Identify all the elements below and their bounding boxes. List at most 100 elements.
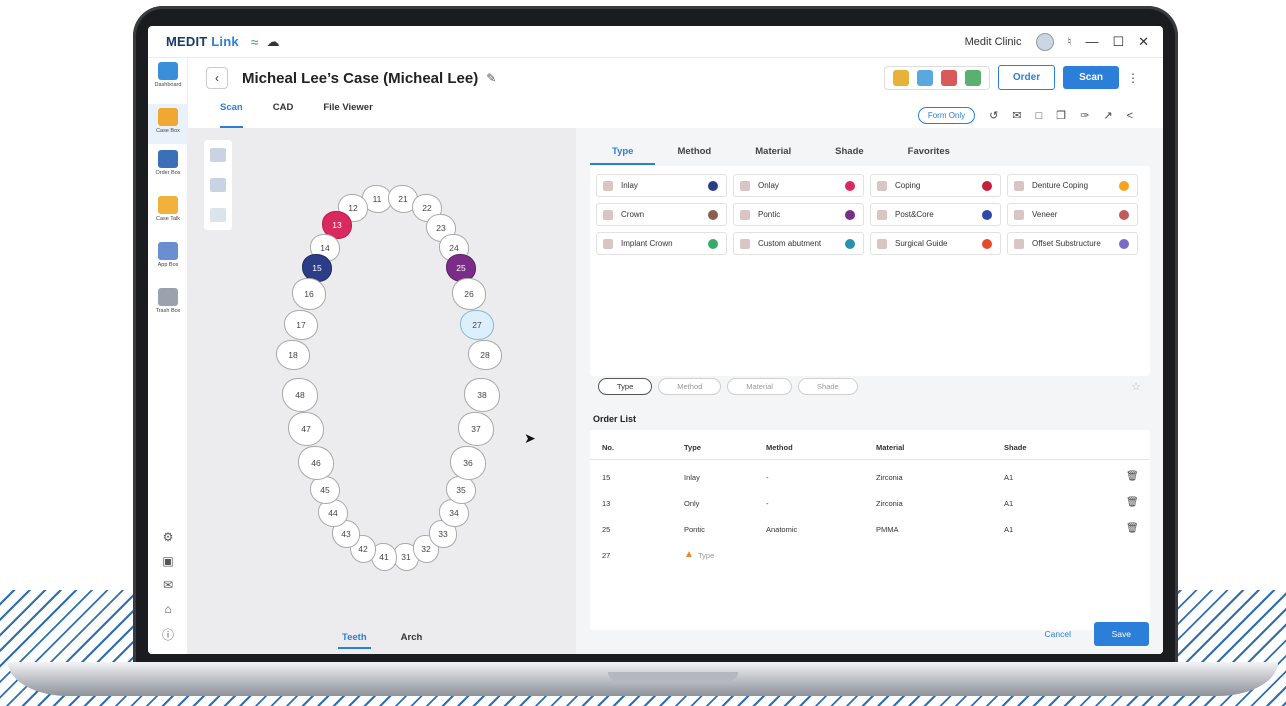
col-method: Method: [766, 443, 793, 452]
tooth-37[interactable]: 37: [458, 412, 494, 446]
cell-material: PMMA: [876, 525, 899, 534]
type-option[interactable]: Veneer: [1007, 203, 1138, 226]
tooth-26[interactable]: 26: [452, 278, 486, 310]
tooth-47[interactable]: 47: [288, 412, 324, 446]
chip-material[interactable]: Material: [727, 378, 792, 395]
restoration-icon: [740, 180, 750, 191]
nav-app-box[interactable]: App Box: [148, 242, 188, 268]
order-list-label: Order List: [593, 414, 637, 424]
form-only-button[interactable]: Form Only: [917, 107, 976, 124]
restoration-icon: [603, 209, 613, 220]
tooth-35[interactable]: 35: [446, 476, 476, 504]
copy-icon[interactable]: ❐: [1056, 109, 1066, 122]
tooth-36[interactable]: 36: [450, 446, 486, 480]
tab-scan[interactable]: Scan: [220, 102, 243, 128]
scan-tools: [883, 65, 990, 90]
nav-trash-box[interactable]: Trash Box: [148, 288, 188, 314]
attach-icon[interactable]: ✑: [1080, 109, 1089, 122]
favorite-star-icon[interactable]: ☆: [1131, 380, 1141, 393]
info-icon[interactable]: ⓘ: [148, 626, 188, 643]
order-button[interactable]: Order: [997, 65, 1056, 90]
minimize-icon[interactable]: —: [1085, 34, 1098, 49]
tab-favorites[interactable]: Favorites: [886, 140, 972, 165]
tab-file-viewer[interactable]: File Viewer: [323, 102, 372, 128]
table-row[interactable]: 15 Inlay - Zirconia A1 🗑: [590, 464, 1150, 490]
save-button[interactable]: Save: [1093, 622, 1149, 646]
tab-method[interactable]: Method: [655, 140, 733, 165]
table-row[interactable]: 13 Only - Zirconia A1 🗑: [590, 490, 1150, 516]
tab-shade[interactable]: Shade: [813, 140, 886, 165]
nav-case-box[interactable]: Case Box: [148, 104, 188, 144]
settings-icon[interactable]: ⚙: [148, 530, 188, 544]
chip-method[interactable]: Method: [658, 378, 722, 395]
select-all-icon[interactable]: [210, 208, 226, 222]
edit-icon[interactable]: ✎: [486, 71, 496, 85]
tab-teeth[interactable]: Teeth: [338, 632, 371, 649]
tooth-17[interactable]: 17: [284, 310, 318, 340]
table-row[interactable]: 25 Pontic Anatomic PMMA A1 🗑: [590, 516, 1150, 542]
tab-arch[interactable]: Arch: [401, 632, 423, 649]
tooth-46[interactable]: 46: [298, 446, 334, 480]
type-option[interactable]: Offset Substructure: [1007, 232, 1138, 255]
nav-case-talk[interactable]: Case Talk: [148, 196, 188, 222]
tool-model-icon[interactable]: [940, 69, 957, 86]
type-option[interactable]: Denture Coping: [1007, 174, 1138, 197]
tooth-27[interactable]: 27: [460, 310, 494, 340]
lower-jaw-icon[interactable]: [210, 178, 226, 192]
tooth-38[interactable]: 38: [464, 378, 500, 412]
folder-icon[interactable]: ▣: [148, 554, 188, 568]
close-icon[interactable]: ✕: [1138, 34, 1149, 50]
bell-icon[interactable]: ♮: [1068, 35, 1072, 48]
share-icon[interactable]: <: [1127, 110, 1133, 122]
tab-cad[interactable]: CAD: [273, 102, 294, 128]
scan-button[interactable]: Scan: [1063, 66, 1119, 89]
type-option[interactable]: Inlay: [596, 174, 727, 197]
more-icon[interactable]: ⋮: [1127, 71, 1139, 85]
table-row[interactable]: 27 ▲ Type: [590, 542, 1150, 568]
nav-dashboard[interactable]: Dashboard: [148, 62, 188, 88]
type-option-label: Custom abutment: [758, 239, 822, 248]
avatar[interactable]: [1035, 32, 1054, 51]
type-option[interactable]: Surgical Guide: [870, 232, 1001, 255]
back-button[interactable]: ‹: [206, 67, 228, 89]
nav-order-box[interactable]: Order Box: [148, 150, 188, 176]
upper-jaw-icon[interactable]: [210, 148, 226, 162]
color-dot: [1119, 181, 1129, 191]
tool-shade-icon[interactable]: [892, 69, 909, 86]
type-option[interactable]: Post&Core: [870, 203, 1001, 226]
type-option[interactable]: Coping: [870, 174, 1001, 197]
type-option[interactable]: Custom abutment: [733, 232, 864, 255]
tab-material[interactable]: Material: [733, 140, 813, 165]
tool-round-icon[interactable]: [964, 69, 981, 86]
col-material: Material: [876, 443, 905, 452]
tab-type[interactable]: Type: [590, 140, 656, 165]
trash-icon[interactable]: 🗑: [1126, 497, 1139, 508]
chip-type[interactable]: Type: [598, 378, 653, 395]
mail-icon[interactable]: ✉: [1012, 109, 1021, 122]
restoration-icon: [877, 238, 887, 249]
tooth-18[interactable]: 18: [276, 340, 310, 370]
export-icon[interactable]: ↗: [1103, 109, 1112, 122]
type-option[interactable]: Onlay: [733, 174, 864, 197]
tooth-28[interactable]: 28: [468, 340, 502, 370]
tooth-16[interactable]: 16: [292, 278, 326, 310]
type-option[interactable]: Implant Crown: [596, 232, 727, 255]
chip-shade[interactable]: Shade: [797, 378, 858, 395]
delete-icon[interactable]: □: [1036, 110, 1043, 122]
tool-jaw-icon[interactable]: [916, 69, 933, 86]
history-icon[interactable]: ↺: [989, 109, 998, 122]
home-icon[interactable]: ⌂: [148, 602, 188, 616]
cancel-button[interactable]: Cancel: [1045, 629, 1071, 639]
tooth-48[interactable]: 48: [282, 378, 318, 412]
type-option[interactable]: Crown: [596, 203, 727, 226]
trash-icon[interactable]: 🗑: [1126, 523, 1139, 534]
tooth-45[interactable]: 45: [310, 476, 340, 504]
megaphone-icon[interactable]: ✉: [148, 578, 188, 592]
color-dot: [982, 181, 992, 191]
color-dot: [982, 210, 992, 220]
type-option-label: Inlay: [621, 181, 638, 190]
maximize-icon[interactable]: ☐: [1112, 34, 1124, 50]
color-dot: [845, 181, 855, 191]
trash-icon[interactable]: 🗑: [1126, 471, 1139, 482]
type-option[interactable]: Pontic: [733, 203, 864, 226]
